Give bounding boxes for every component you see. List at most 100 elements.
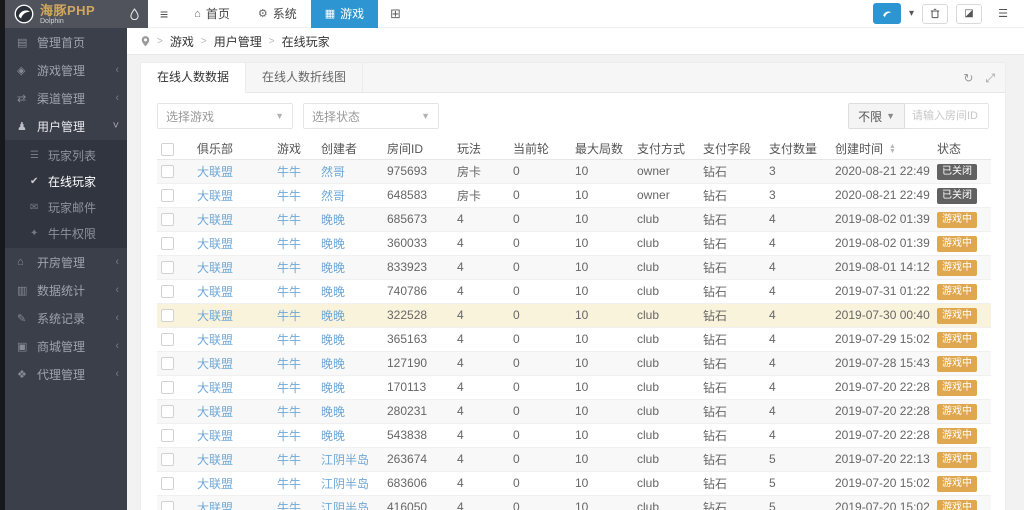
- cell-creator[interactable]: 江阴半岛: [317, 447, 383, 471]
- row-checkbox[interactable]: [161, 309, 174, 322]
- sidebar-item-游戏管理[interactable]: ◈游戏管理‹: [0, 56, 127, 84]
- row-checkbox[interactable]: [161, 477, 174, 490]
- breadcrumb-item-user-mgmt[interactable]: 用户管理: [214, 33, 262, 50]
- sidebar-item-开房管理[interactable]: ⌂开房管理‹: [0, 248, 127, 276]
- cell-creator[interactable]: 江阴半岛: [317, 495, 383, 510]
- sidebar-subitem-牛牛权限[interactable]: ✦牛牛权限: [0, 220, 127, 246]
- sidebar-subitem-在线玩家[interactable]: ✔在线玩家: [0, 168, 127, 194]
- cell-creator[interactable]: 然哥: [317, 183, 383, 207]
- cell-club[interactable]: 大联盟: [193, 375, 273, 399]
- cell-creator[interactable]: 晚晚: [317, 423, 383, 447]
- cell-max_rounds: 10: [571, 399, 633, 423]
- cell-game[interactable]: 牛牛: [273, 183, 317, 207]
- caret-down-icon[interactable]: ▾: [909, 8, 914, 19]
- dolphin-theme-button[interactable]: [873, 3, 901, 24]
- cell-game[interactable]: 牛牛: [273, 279, 317, 303]
- sidebar-subitem-玩家列表[interactable]: ☰玩家列表: [0, 142, 127, 168]
- row-checkbox[interactable]: [161, 501, 174, 510]
- cell-club[interactable]: 大联盟: [193, 255, 273, 279]
- nav-item-system[interactable]: ⚙ 系统: [244, 0, 311, 28]
- cell-club[interactable]: 大联盟: [193, 279, 273, 303]
- cell-creator[interactable]: 晚晚: [317, 231, 383, 255]
- cell-club[interactable]: 大联盟: [193, 471, 273, 495]
- game-select[interactable]: 选择游戏 ▼: [157, 103, 293, 129]
- sidebar-item-管理首页[interactable]: ▤管理首页: [0, 28, 127, 56]
- refresh-icon[interactable]: ↻: [963, 71, 973, 86]
- room-id-input[interactable]: [905, 103, 989, 129]
- cell-game[interactable]: 牛牛: [273, 327, 317, 351]
- cell-game[interactable]: 牛牛: [273, 231, 317, 255]
- row-checkbox[interactable]: [161, 237, 174, 250]
- tab-online-count-chart[interactable]: 在线人数折线图: [246, 63, 363, 92]
- row-checkbox[interactable]: [161, 429, 174, 442]
- cell-club[interactable]: 大联盟: [193, 447, 273, 471]
- cell-game[interactable]: 牛牛: [273, 303, 317, 327]
- image-adjust-button[interactable]: ◪: [956, 4, 982, 24]
- cell-creator[interactable]: 晚晚: [317, 279, 383, 303]
- sidebar-item-label: 用户管理: [37, 118, 113, 135]
- cell-game[interactable]: 牛牛: [273, 207, 317, 231]
- nav-item-game[interactable]: ▦ 游戏: [311, 0, 378, 28]
- cell-creator[interactable]: 晚晚: [317, 375, 383, 399]
- breadcrumb-item-game[interactable]: 游戏: [170, 33, 194, 50]
- cell-club[interactable]: 大联盟: [193, 351, 273, 375]
- cell-game[interactable]: 牛牛: [273, 159, 317, 183]
- cell-creator[interactable]: 晚晚: [317, 303, 383, 327]
- cell-club[interactable]: 大联盟: [193, 207, 273, 231]
- row-checkbox[interactable]: [161, 381, 174, 394]
- row-checkbox[interactable]: [161, 189, 174, 202]
- sidebar-item-系统记录[interactable]: ✎系统记录‹: [0, 304, 127, 332]
- cell-creator[interactable]: 江阴半岛: [317, 471, 383, 495]
- cell-game[interactable]: 牛牛: [273, 447, 317, 471]
- cell-game[interactable]: 牛牛: [273, 471, 317, 495]
- hamburger-icon[interactable]: ≡: [148, 6, 180, 22]
- cell-club[interactable]: 大联盟: [193, 303, 273, 327]
- cell-club[interactable]: 大联盟: [193, 231, 273, 255]
- scope-filter-button[interactable]: 不限 ▼: [848, 103, 905, 129]
- cell-creator[interactable]: 晚晚: [317, 255, 383, 279]
- sidebar-item-数据统计[interactable]: ▥数据统计‹: [0, 276, 127, 304]
- tab-online-count-data[interactable]: 在线人数数据: [141, 63, 246, 93]
- apps-grid-icon[interactable]: ⊞: [378, 6, 413, 22]
- cell-creator[interactable]: 晚晚: [317, 399, 383, 423]
- sidebar-item-商城管理[interactable]: ▣商城管理‹: [0, 332, 127, 360]
- row-checkbox[interactable]: [161, 333, 174, 346]
- expand-icon[interactable]: ⤢: [985, 71, 995, 86]
- cell-creator[interactable]: 晚晚: [317, 351, 383, 375]
- row-checkbox[interactable]: [161, 357, 174, 370]
- sidebar-subitem-玩家邮件[interactable]: ✉玩家邮件: [0, 194, 127, 220]
- row-checkbox[interactable]: [161, 285, 174, 298]
- cell-club[interactable]: 大联盟: [193, 327, 273, 351]
- cell-creator[interactable]: 晚晚: [317, 327, 383, 351]
- cell-creator[interactable]: 然哥: [317, 159, 383, 183]
- cell-game[interactable]: 牛牛: [273, 495, 317, 510]
- cell-game[interactable]: 牛牛: [273, 423, 317, 447]
- nav-item-home[interactable]: ⌂ 首页: [180, 0, 244, 28]
- select-all-checkbox[interactable]: [161, 143, 174, 156]
- row-checkbox[interactable]: [161, 213, 174, 226]
- status-select[interactable]: 选择状态 ▼: [303, 103, 439, 129]
- breadcrumb-item-online-players[interactable]: 在线玩家: [282, 33, 330, 50]
- list-button[interactable]: ☰: [990, 4, 1016, 24]
- sidebar-item-用户管理[interactable]: ♟用户管理˅: [0, 112, 127, 140]
- sidebar-item-代理管理[interactable]: ❖代理管理‹: [0, 360, 127, 388]
- sort-icon[interactable]: ▲▼: [889, 145, 896, 155]
- row-checkbox[interactable]: [161, 165, 174, 178]
- trash-button[interactable]: [922, 4, 948, 24]
- cell-game[interactable]: 牛牛: [273, 375, 317, 399]
- cell-game[interactable]: 牛牛: [273, 399, 317, 423]
- sidebar-item-渠道管理[interactable]: ⇄渠道管理‹: [0, 84, 127, 112]
- row-checkbox[interactable]: [161, 405, 174, 418]
- column-header-创建时间[interactable]: 创建时间▲▼: [831, 139, 933, 159]
- cell-creator[interactable]: 晚晚: [317, 207, 383, 231]
- row-checkbox[interactable]: [161, 453, 174, 466]
- cell-club[interactable]: 大联盟: [193, 423, 273, 447]
- cell-club[interactable]: 大联盟: [193, 399, 273, 423]
- cell-club[interactable]: 大联盟: [193, 159, 273, 183]
- cell-club[interactable]: 大联盟: [193, 495, 273, 510]
- cell-club[interactable]: 大联盟: [193, 183, 273, 207]
- cell-game[interactable]: 牛牛: [273, 255, 317, 279]
- droplet-icon[interactable]: [130, 8, 139, 20]
- cell-game[interactable]: 牛牛: [273, 351, 317, 375]
- row-checkbox[interactable]: [161, 261, 174, 274]
